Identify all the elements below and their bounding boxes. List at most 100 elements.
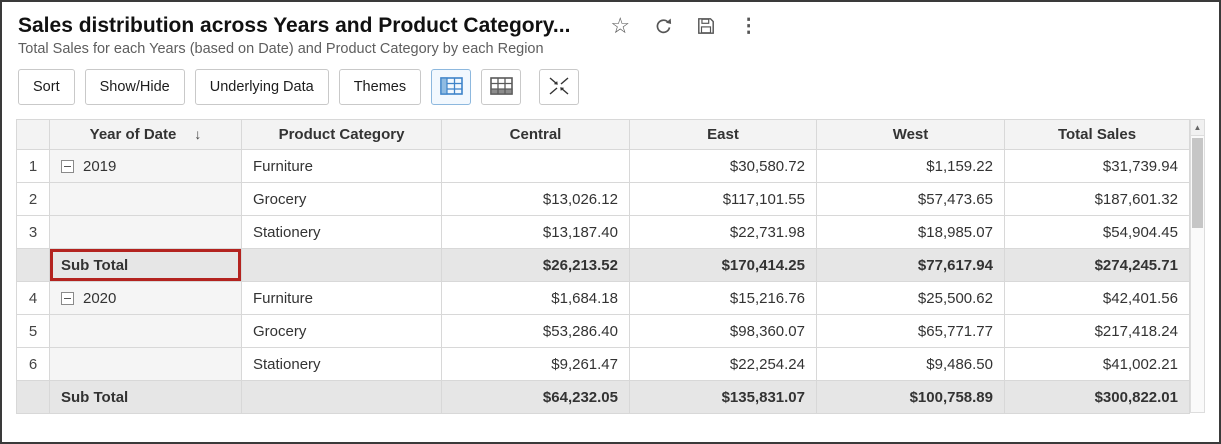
subtotal-label: Sub Total [50,381,242,414]
cell-east: $135,831.07 [630,381,817,414]
cell-central[interactable] [442,150,630,183]
row-number: 3 [17,216,50,249]
table-row: 3 Stationery $13,187.40 $22,731.98 $18,9… [17,216,1190,249]
table-grid-blue-icon [440,77,463,98]
cell-category[interactable]: Furniture [242,150,442,183]
compact-view-button[interactable] [431,69,471,105]
cell-west[interactable]: $18,985.07 [817,216,1005,249]
column-header-product-category[interactable]: Product Category [242,120,442,150]
column-header-total-sales[interactable]: Total Sales [1005,120,1190,150]
cell-east[interactable]: $30,580.72 [630,150,817,183]
row-number: 4 [17,282,50,315]
report-window: Sales distribution across Years and Prod… [0,0,1221,444]
cell-category[interactable]: Stationery [242,348,442,381]
collapse-arrows-icon [548,76,570,99]
subtotal-row: Sub Total $64,232.05 $135,831.07 $100,75… [17,381,1190,414]
cell-west: $100,758.89 [817,381,1005,414]
pivot-table-area: Year of Date↓ Product Category Central E… [16,119,1205,414]
cell-west[interactable]: $57,473.65 [817,183,1005,216]
scrollbar-thumb[interactable] [1192,138,1203,228]
corner-header-cell [17,120,50,150]
column-header-west[interactable]: West [817,120,1005,150]
page-title: Sales distribution across Years and Prod… [18,14,570,38]
cell-category [242,381,442,414]
collapse-toggle-icon[interactable] [61,292,74,305]
cell-total[interactable]: $187,601.32 [1005,183,1190,216]
cell-category[interactable]: Stationery [242,216,442,249]
cell-west[interactable]: $65,771.77 [817,315,1005,348]
tabular-view-button[interactable] [481,69,521,105]
subtotal-label-annotated: Sub Total [50,249,242,282]
row-number: 1 [17,150,50,183]
more-menu-icon[interactable]: ⋮ [739,17,758,36]
collapse-toggle-icon[interactable] [61,160,74,173]
table-grid-gray-icon [490,77,513,98]
header-row: Year of Date↓ Product Category Central E… [17,120,1190,150]
table-row: 6 Stationery $9,261.47 $22,254.24 $9,486… [17,348,1190,381]
cell-central[interactable]: $9,261.47 [442,348,630,381]
row-number: 6 [17,348,50,381]
cell-category[interactable]: Furniture [242,282,442,315]
cell-total: $274,245.71 [1005,249,1190,282]
pivot-table: Year of Date↓ Product Category Central E… [16,119,1190,414]
favorite-star-icon[interactable]: ☆ [610,15,630,37]
toolbar: Sort Show/Hide Underlying Data Themes [2,57,1219,105]
cell-year[interactable]: 2019 [50,150,242,183]
refresh-icon[interactable] [654,17,673,36]
cell-year[interactable] [50,216,242,249]
underlying-data-button[interactable]: Underlying Data [195,69,329,105]
cell-total[interactable]: $41,002.21 [1005,348,1190,381]
row-number: 5 [17,315,50,348]
cell-total[interactable]: $31,739.94 [1005,150,1190,183]
header-actions: ☆ ⋮ [610,15,758,37]
report-subtitle: Total Sales for each Years (based on Dat… [2,38,1219,57]
cell-east: $170,414.25 [630,249,817,282]
cell-west[interactable]: $1,159.22 [817,150,1005,183]
cell-year[interactable] [50,315,242,348]
row-number: 2 [17,183,50,216]
row-number [17,249,50,282]
table-row: 4 2020 Furniture $1,684.18 $15,216.76 $2… [17,282,1190,315]
cell-total[interactable]: $42,401.56 [1005,282,1190,315]
table-row: 5 Grocery $53,286.40 $98,360.07 $65,771.… [17,315,1190,348]
save-icon[interactable] [697,17,715,35]
scroll-up-arrow[interactable]: ▲ [1191,120,1204,136]
row-number [17,381,50,414]
collapse-all-button[interactable] [539,69,579,105]
cell-central: $64,232.05 [442,381,630,414]
cell-west: $77,617.94 [817,249,1005,282]
cell-year[interactable] [50,183,242,216]
cell-east[interactable]: $22,254.24 [630,348,817,381]
cell-total[interactable]: $217,418.24 [1005,315,1190,348]
subtotal-row: Sub Total $26,213.52 $170,414.25 $77,617… [17,249,1190,282]
cell-central[interactable]: $13,026.12 [442,183,630,216]
cell-west[interactable]: $9,486.50 [817,348,1005,381]
column-header-year[interactable]: Year of Date↓ [50,120,242,150]
header: Sales distribution across Years and Prod… [2,2,1219,38]
cell-category[interactable]: Grocery [242,315,442,348]
cell-central[interactable]: $53,286.40 [442,315,630,348]
cell-east[interactable]: $98,360.07 [630,315,817,348]
sort-desc-icon[interactable]: ↓ [194,126,201,142]
cell-total[interactable]: $54,904.45 [1005,216,1190,249]
themes-button[interactable]: Themes [339,69,421,105]
cell-category [242,249,442,282]
cell-year[interactable] [50,348,242,381]
cell-year[interactable]: 2020 [50,282,242,315]
show-hide-button[interactable]: Show/Hide [85,69,185,105]
cell-central: $26,213.52 [442,249,630,282]
cell-central[interactable]: $1,684.18 [442,282,630,315]
cell-central[interactable]: $13,187.40 [442,216,630,249]
cell-east[interactable]: $22,731.98 [630,216,817,249]
table-row: 2 Grocery $13,026.12 $117,101.55 $57,473… [17,183,1190,216]
cell-east[interactable]: $15,216.76 [630,282,817,315]
cell-east[interactable]: $117,101.55 [630,183,817,216]
vertical-scrollbar[interactable]: ▲ [1190,119,1205,413]
table-row: 1 2019 Furniture $30,580.72 $1,159.22 $3… [17,150,1190,183]
cell-category[interactable]: Grocery [242,183,442,216]
sort-button[interactable]: Sort [18,69,75,105]
column-header-central[interactable]: Central [442,120,630,150]
column-header-east[interactable]: East [630,120,817,150]
cell-west[interactable]: $25,500.62 [817,282,1005,315]
cell-total: $300,822.01 [1005,381,1190,414]
